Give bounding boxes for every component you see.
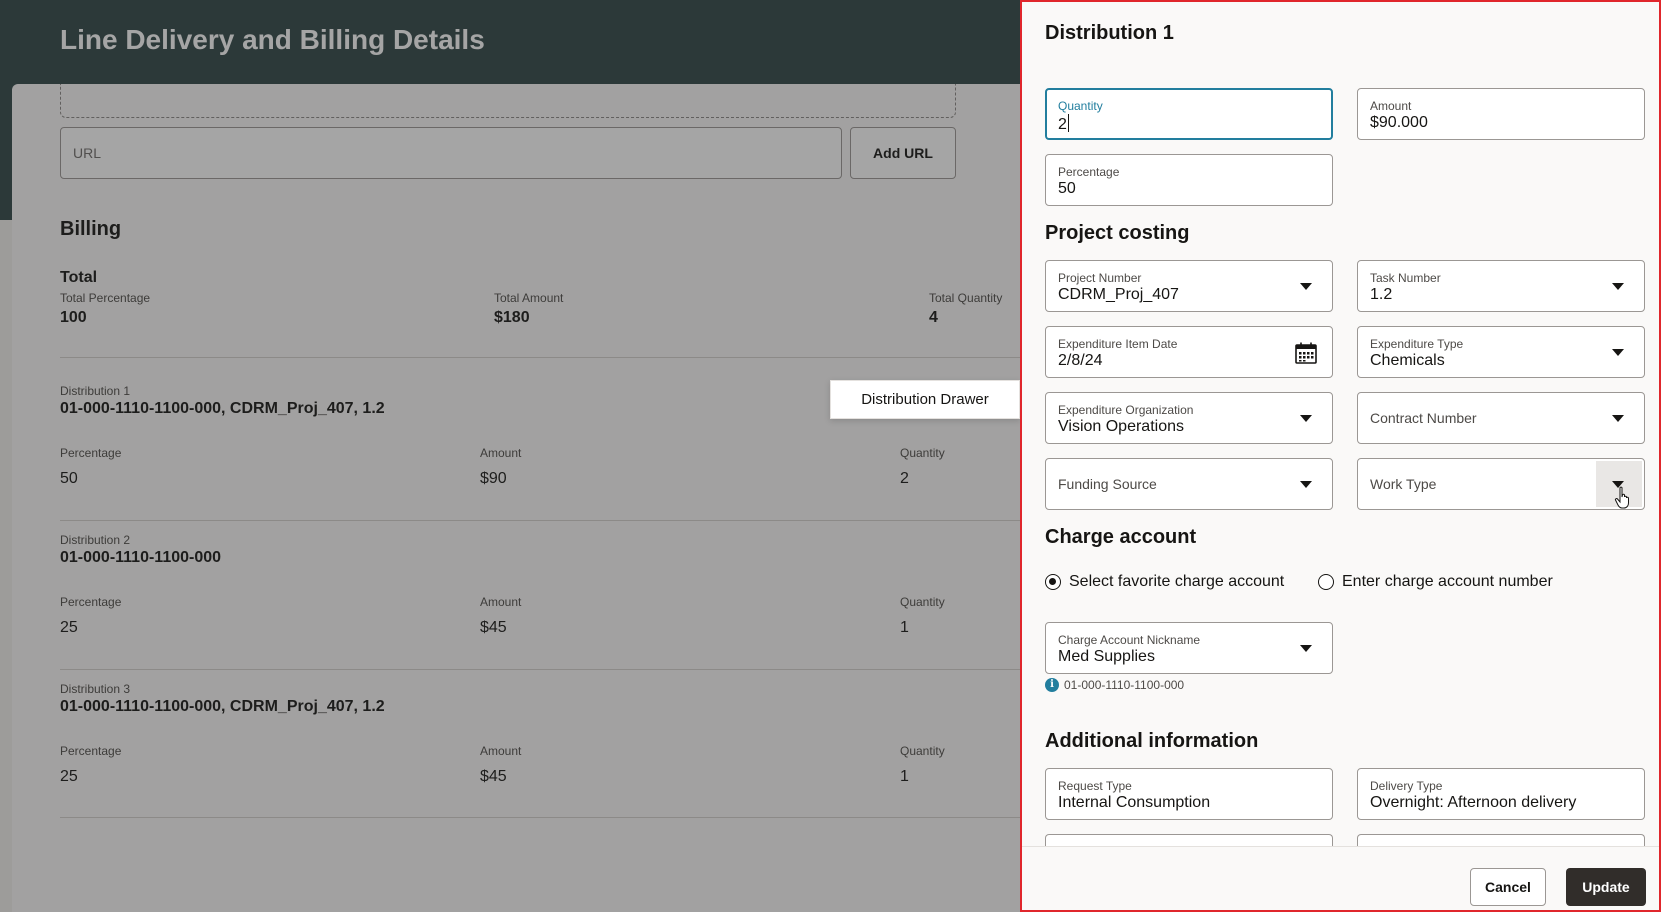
- enter-account-radio[interactable]: Enter charge account number: [1318, 573, 1553, 591]
- charge-account-number: 01-000-1110-1100-000: [1064, 678, 1185, 692]
- partial-field[interactable]: [1045, 834, 1333, 846]
- task-number-label: Task Number: [1370, 271, 1441, 285]
- contract-number-select[interactable]: Contract Number: [1357, 392, 1645, 444]
- request-type-label: Request Type: [1058, 779, 1132, 793]
- funding-source-placeholder: Funding Source: [1058, 476, 1157, 492]
- chevron-down-icon[interactable]: [1300, 415, 1312, 422]
- quantity-label: Quantity: [1058, 99, 1103, 113]
- charge-account-heading: Charge account: [1045, 526, 1197, 548]
- distribution-drawer-tooltip: Distribution Drawer: [830, 380, 1020, 419]
- quantity-value: 2: [1058, 116, 1067, 133]
- update-button[interactable]: Update: [1566, 868, 1646, 906]
- partial-field[interactable]: [1357, 834, 1645, 846]
- expenditure-type-label: Expenditure Type: [1370, 337, 1464, 351]
- radio-selected-icon[interactable]: [1045, 574, 1061, 590]
- percentage-label: Percentage: [1058, 165, 1120, 179]
- charge-account-nickname-select[interactable]: Charge Account Nickname Med Supplies: [1045, 622, 1333, 674]
- text-cursor: [1067, 114, 1069, 132]
- request-type-field[interactable]: Request Type Internal Consumption: [1045, 768, 1333, 820]
- charge-account-info: i 01-000-1110-1100-000: [1045, 678, 1184, 692]
- amount-label: Amount: [1370, 99, 1412, 113]
- chevron-down-icon[interactable]: [1300, 283, 1312, 290]
- chevron-down-icon[interactable]: [1300, 645, 1312, 652]
- expenditure-type-select[interactable]: Expenditure Type Chemicals: [1357, 326, 1645, 378]
- project-number-label: Project Number: [1058, 271, 1142, 285]
- radio-unselected-icon[interactable]: [1318, 574, 1334, 590]
- work-type-placeholder: Work Type: [1370, 476, 1437, 492]
- calendar-icon[interactable]: [1294, 341, 1318, 365]
- contract-number-placeholder: Contract Number: [1370, 410, 1477, 426]
- info-icon: i: [1045, 678, 1059, 692]
- delivery-type-field[interactable]: Delivery Type Overnight: Afternoon deliv…: [1357, 768, 1645, 820]
- work-type-select[interactable]: Work Type: [1357, 458, 1645, 510]
- drawer-title: Distribution 1: [1045, 22, 1174, 44]
- expenditure-organization-value: Vision Operations: [1058, 418, 1184, 435]
- expenditure-item-date-field[interactable]: Expenditure Item Date 2/8/24: [1045, 326, 1333, 378]
- select-favorite-label[interactable]: Select favorite charge account: [1069, 573, 1284, 591]
- expenditure-type-value: Chemicals: [1370, 352, 1445, 369]
- hand-cursor-icon: [1614, 486, 1629, 509]
- amount-value: $90.000: [1370, 114, 1428, 131]
- expenditure-item-date-value: 2/8/24: [1058, 352, 1103, 369]
- expenditure-organization-label: Expenditure Organization: [1058, 403, 1194, 417]
- chevron-down-icon[interactable]: [1612, 349, 1624, 356]
- chevron-down-icon[interactable]: [1300, 481, 1312, 488]
- task-number-value: 1.2: [1370, 286, 1393, 303]
- task-number-select[interactable]: Task Number 1.2: [1357, 260, 1645, 312]
- project-number-select[interactable]: Project Number CDRM_Proj_407: [1045, 260, 1333, 312]
- charge-account-nickname-label: Charge Account Nickname: [1058, 633, 1201, 647]
- chevron-down-icon[interactable]: [1612, 415, 1624, 422]
- delivery-type-label: Delivery Type: [1370, 779, 1443, 793]
- delivery-type-value: Overnight: Afternoon delivery: [1370, 794, 1577, 811]
- additional-information-heading: Additional information: [1045, 730, 1259, 752]
- funding-source-select[interactable]: Funding Source: [1045, 458, 1333, 510]
- select-favorite-radio[interactable]: Select favorite charge account: [1045, 573, 1284, 591]
- percentage-value: 50: [1058, 180, 1076, 197]
- request-type-value: Internal Consumption: [1058, 794, 1211, 811]
- distribution-drawer: Distribution 1 Quantity 2 Amount $90.000…: [1020, 0, 1661, 912]
- amount-field[interactable]: Amount $90.000: [1357, 88, 1645, 140]
- charge-account-nickname-value: Med Supplies: [1058, 648, 1155, 665]
- project-costing-heading: Project costing: [1045, 222, 1190, 244]
- enter-account-label[interactable]: Enter charge account number: [1342, 573, 1553, 591]
- cancel-button[interactable]: Cancel: [1470, 868, 1546, 906]
- percentage-field[interactable]: Percentage 50: [1045, 154, 1333, 206]
- expenditure-item-date-label: Expenditure Item Date: [1058, 337, 1178, 351]
- project-number-value: CDRM_Proj_407: [1058, 286, 1179, 303]
- quantity-field[interactable]: Quantity 2: [1045, 88, 1333, 140]
- drawer-footer: Cancel Update: [1022, 846, 1659, 910]
- expenditure-organization-select[interactable]: Expenditure Organization Vision Operatio…: [1045, 392, 1333, 444]
- chevron-down-icon[interactable]: [1612, 283, 1624, 290]
